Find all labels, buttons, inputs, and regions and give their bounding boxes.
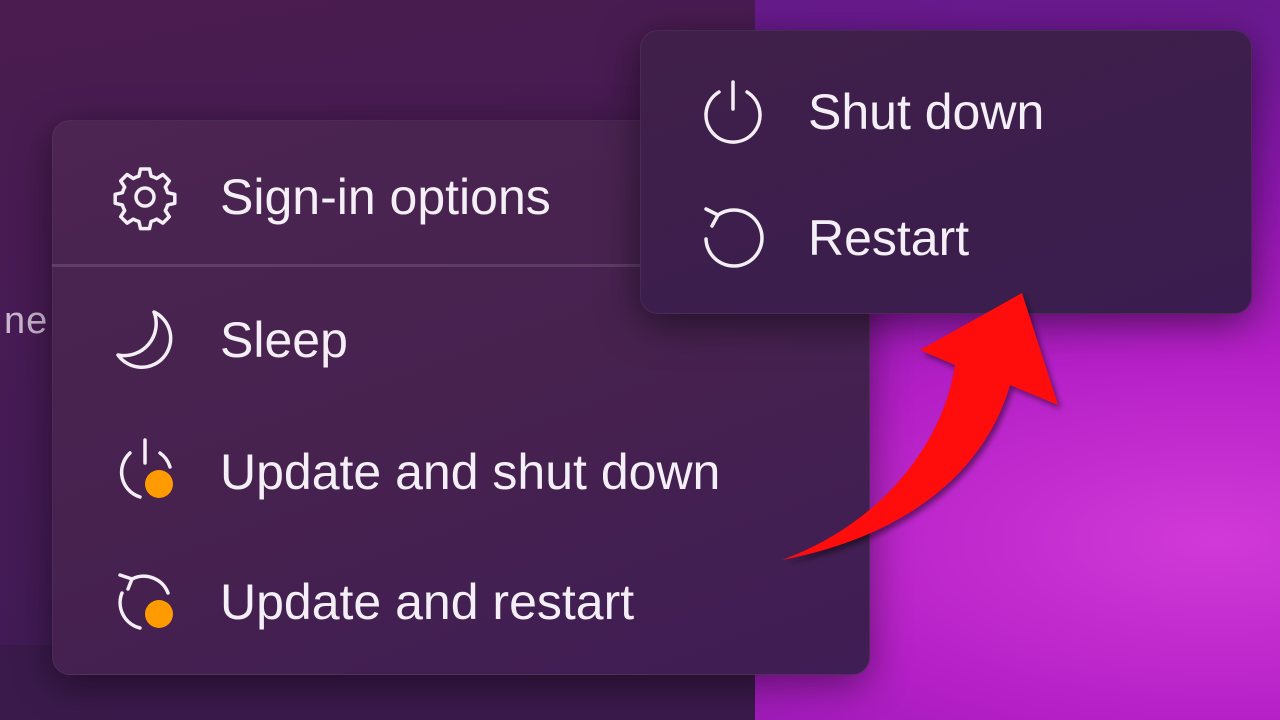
- menu-item-update-and-shut-down[interactable]: Update and shut down: [110, 437, 720, 507]
- menu-item-shut-down[interactable]: Shut down: [698, 77, 1044, 147]
- menu-item-sign-in-options[interactable]: Sign-in options: [110, 162, 551, 232]
- menu-item-label: Restart: [808, 210, 970, 266]
- menu-item-restart[interactable]: Restart: [698, 203, 969, 273]
- menu-item-label: Sleep: [220, 312, 348, 368]
- partially-hidden-text: ne: [4, 300, 49, 342]
- red-arrow-annotation: [782, 293, 1058, 560]
- menu-item-sleep[interactable]: Sleep: [110, 305, 348, 375]
- menu-item-label: Update and restart: [220, 574, 635, 630]
- update-restart-icon: [110, 567, 180, 637]
- menu-item-update-and-restart[interactable]: Update and restart: [110, 567, 634, 637]
- power-icon: [698, 77, 768, 147]
- restart-icon: [698, 203, 768, 273]
- update-shutdown-icon: [110, 437, 180, 507]
- menu-item-label: Update and shut down: [220, 444, 721, 500]
- menu-item-label: Sign-in options: [220, 169, 551, 225]
- menu-item-label: Shut down: [808, 84, 1045, 140]
- gear-icon: [110, 162, 180, 232]
- moon-icon: [110, 305, 180, 375]
